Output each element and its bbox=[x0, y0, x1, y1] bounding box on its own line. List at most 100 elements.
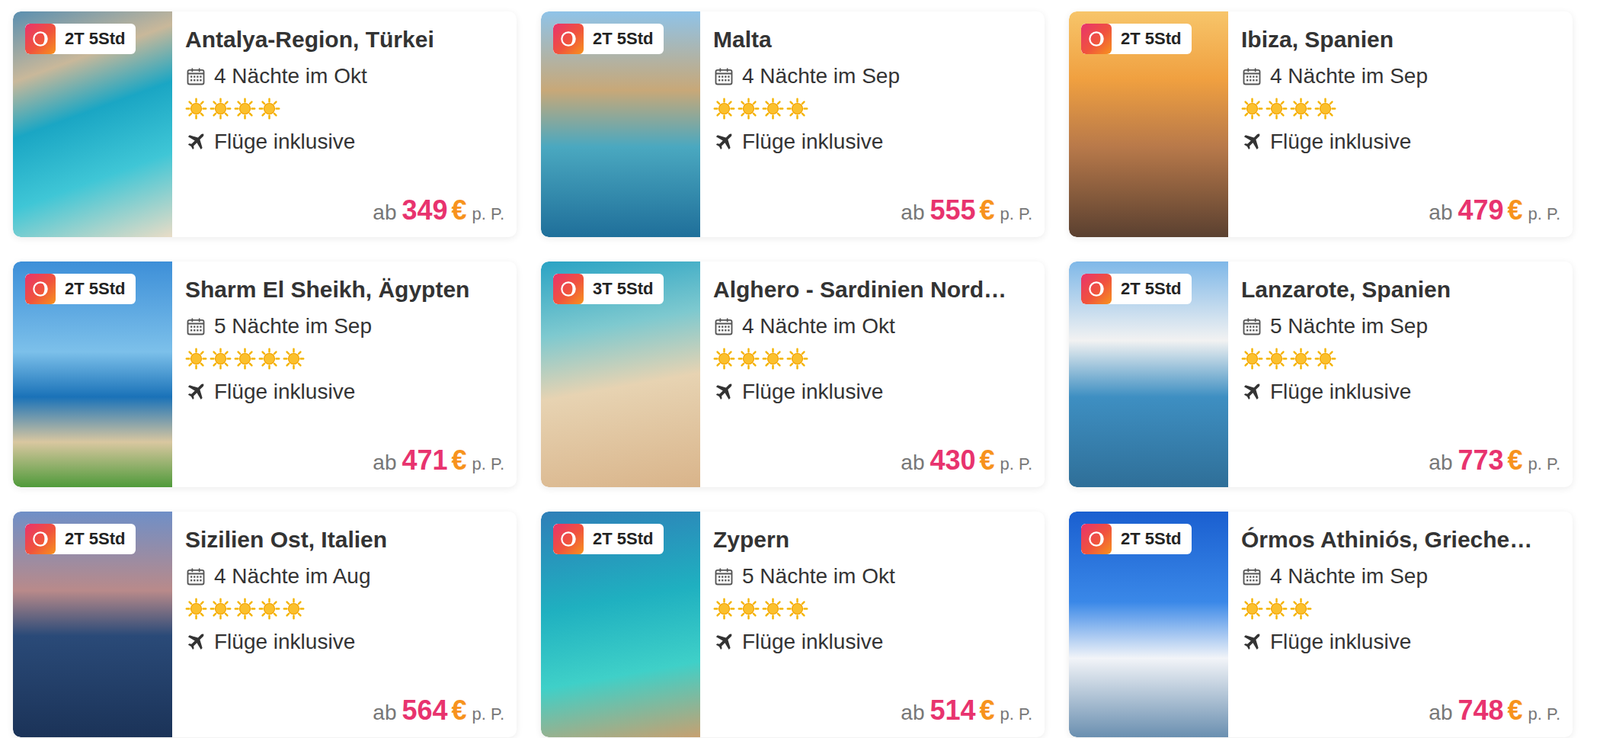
offer-info: Antalya-Region, Türkei4 Nächte im OktFlü… bbox=[172, 11, 517, 237]
price-amount: 514 bbox=[929, 694, 976, 727]
plane-icon bbox=[1241, 630, 1263, 653]
offer-info: Órmos Athiniós, Grieche…4 Nächte im SepF… bbox=[1228, 511, 1573, 737]
price-prefix: ab bbox=[372, 200, 397, 225]
flights-row: Flüge inklusive bbox=[1241, 125, 1561, 158]
price-currency: € bbox=[979, 444, 996, 477]
offer-card[interactable]: 2T 5StdSharm El Sheikh, Ägypten5 Nächte … bbox=[12, 261, 517, 487]
flights-row: Flüge inklusive bbox=[1241, 375, 1561, 408]
duration-badge: 2T 5Std bbox=[1081, 523, 1192, 554]
nights-row: 5 Nächte im Sep bbox=[185, 310, 505, 343]
flights-row: Flüge inklusive bbox=[713, 375, 1033, 408]
sun-icon bbox=[185, 97, 208, 120]
destination-photo: 2T 5Std bbox=[12, 511, 173, 737]
price-row: ab471€p. P. bbox=[185, 439, 505, 477]
offer-info: Ibiza, Spanien 4 Nächte im Sep Flüge inklu… bbox=[1228, 11, 1573, 237]
nights-text: 4 Nächte im Sep bbox=[1270, 64, 1428, 89]
offer-card[interactable]: 2T 5Std Lanzarote, Spanien 5 Nächte im Sep… bbox=[1068, 261, 1573, 487]
sun-icon bbox=[1241, 597, 1264, 620]
flights-row: Flüge inklusive bbox=[185, 125, 505, 158]
sun-icon bbox=[1314, 97, 1337, 120]
offer-card[interactable]: 3T 5StdAlghero - Sardinien Nord…4 Nächte… bbox=[540, 261, 1045, 487]
sun-icon bbox=[1314, 347, 1337, 370]
destination-title: Sizilien Ost, Italien bbox=[185, 524, 505, 554]
calendar-icon bbox=[185, 565, 207, 587]
sun-icon bbox=[1265, 97, 1288, 120]
duration-text: 2T 5Std bbox=[1120, 528, 1181, 549]
star-rating bbox=[185, 92, 505, 126]
clock-icon bbox=[25, 23, 56, 55]
price-prefix: ab bbox=[1428, 450, 1453, 475]
offer-card[interactable]: 2T 5Std Sizilien Ost, Italien 4 Nächte im … bbox=[12, 511, 517, 737]
destination-title: Lanzarote, Spanien bbox=[1241, 275, 1561, 304]
sun-icon bbox=[258, 597, 281, 620]
nights-text: 4 Nächte im Okt bbox=[742, 313, 896, 339]
duration-badge: 2T 5Std bbox=[25, 23, 136, 55]
nights-row: 4 Nächte im Aug bbox=[185, 560, 505, 592]
offer-info: Sizilien Ost, Italien4 Nächte im AugFlüg… bbox=[172, 511, 517, 737]
duration-text: 2T 5Std bbox=[1120, 28, 1181, 49]
nights-text: 5 Nächte im Sep bbox=[1270, 313, 1428, 339]
offer-card[interactable]: 2T 5Std Ibiza, Spanien 4 Nächte im Sep Flüg… bbox=[1068, 11, 1573, 237]
offer-info: Malta4 Nächte im SepFlüge inklusiveab555… bbox=[700, 11, 1045, 237]
offer-card[interactable]: 2T 5StdZypern5 Nächte im OktFlüge inklus… bbox=[540, 511, 1045, 737]
price-unit: p. P. bbox=[1000, 454, 1033, 474]
calendar-icon bbox=[713, 315, 735, 337]
sun-icon bbox=[737, 597, 760, 620]
sun-icon bbox=[258, 347, 281, 370]
price-currency: € bbox=[1507, 694, 1524, 727]
sun-icon bbox=[761, 97, 784, 120]
price-unit: p. P. bbox=[1528, 204, 1561, 224]
price-row: ab564€p. P. bbox=[185, 689, 505, 727]
destination-title: Zypern bbox=[713, 524, 1033, 554]
clock-icon bbox=[25, 273, 56, 304]
price-row: ab430€p. P. bbox=[713, 439, 1033, 477]
offer-grid: 2T 5Std Antalya-Region, Türkei4 Nächte im… bbox=[0, 0, 1600, 738]
destination-photo: 2T 5Std bbox=[12, 11, 173, 237]
sun-icon bbox=[233, 597, 256, 620]
sun-icon bbox=[1241, 347, 1264, 370]
price-unit: p. P. bbox=[1528, 454, 1561, 474]
price-unit: p. P. bbox=[472, 204, 505, 224]
calendar-icon bbox=[1241, 65, 1263, 87]
calendar-icon bbox=[185, 315, 207, 337]
flights-row: Flüge inklusive bbox=[1241, 625, 1561, 658]
duration-text: 2T 5Std bbox=[64, 278, 125, 299]
star-rating bbox=[1241, 592, 1561, 626]
nights-text: 5 Nächte im Okt bbox=[742, 563, 896, 589]
destination-photo: 2T 5Std bbox=[1068, 511, 1229, 737]
duration-badge: 2T 5Std bbox=[25, 523, 136, 554]
price-row: ab773€p. P. bbox=[1241, 439, 1561, 477]
duration-badge: 2T 5Std bbox=[1081, 273, 1192, 304]
price-prefix: ab bbox=[1428, 200, 1453, 225]
price-currency: € bbox=[451, 194, 468, 227]
flights-row: Flüge inklusive bbox=[713, 125, 1033, 158]
sun-icon bbox=[209, 597, 232, 620]
calendar-icon bbox=[185, 65, 207, 87]
offer-card[interactable]: 2T 5Std Antalya-Region, Türkei4 Nächte im… bbox=[12, 11, 517, 237]
plane-icon bbox=[713, 380, 735, 403]
destination-photo: 2T 5Std bbox=[1068, 261, 1229, 487]
duration-text: 2T 5Std bbox=[64, 28, 125, 49]
calendar-icon bbox=[713, 565, 735, 587]
sun-icon bbox=[737, 347, 760, 370]
clock-icon bbox=[25, 523, 56, 554]
sun-icon bbox=[737, 97, 760, 120]
offer-card[interactable]: 2T 5Std Órmos Athiniós, Grieche…4 Nächte … bbox=[1068, 511, 1573, 737]
offer-card[interactable]: 2T 5Std Malta4 Nächte im SepFlüge inklusi… bbox=[540, 11, 1045, 237]
destination-photo: 2T 5Std bbox=[540, 511, 701, 737]
plane-icon bbox=[185, 131, 207, 153]
price-amount: 349 bbox=[401, 194, 448, 227]
price-currency: € bbox=[979, 194, 996, 227]
nights-text: 5 Nächte im Sep bbox=[214, 313, 372, 339]
destination-title: Ibiza, Spanien bbox=[1241, 25, 1561, 55]
plane-icon bbox=[1241, 380, 1263, 403]
price-currency: € bbox=[451, 694, 468, 727]
duration-text: 2T 5Std bbox=[592, 28, 653, 49]
price-currency: € bbox=[1507, 194, 1524, 227]
sun-icon bbox=[185, 597, 208, 620]
price-prefix: ab bbox=[372, 700, 397, 725]
price-prefix: ab bbox=[372, 450, 397, 475]
duration-text: 2T 5Std bbox=[1120, 278, 1181, 299]
star-rating bbox=[713, 92, 1033, 126]
price-unit: p. P. bbox=[1000, 704, 1033, 724]
